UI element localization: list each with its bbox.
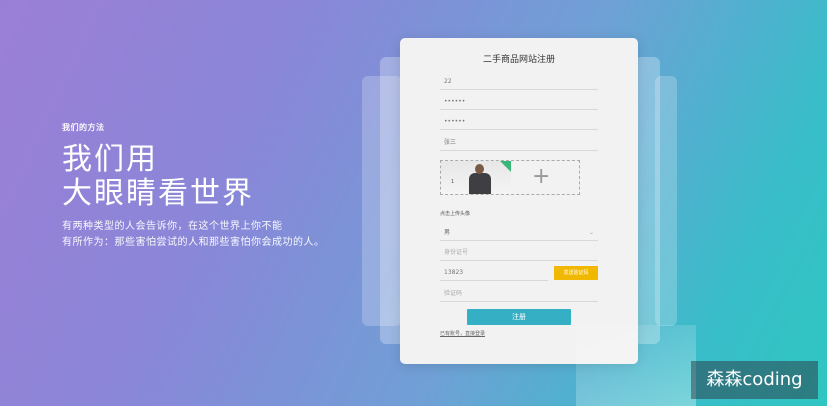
send-code-button[interactable]: 发送验证码 <box>554 266 598 280</box>
name-field[interactable]: 张三 <box>440 135 598 151</box>
avatar-preview: 1 <box>441 161 511 194</box>
card-ghost-right-back <box>655 76 677 326</box>
desc-line-1: 有两种类型的人会告诉你，在这个世界上你不能 <box>62 221 283 232</box>
watermark: 森森coding <box>691 361 818 399</box>
chevron-down-icon: ⌄ <box>588 229 594 236</box>
hero-headline: 我们用 大眼睛看世界 <box>62 143 325 211</box>
password-field[interactable]: •••••• <box>440 94 598 110</box>
watermark-glow <box>576 325 696 406</box>
id-card-field[interactable]: 身份证号 <box>440 245 598 261</box>
image-number: 1 <box>451 179 455 185</box>
person-body <box>469 173 491 194</box>
confirm-password-field[interactable]: •••••• <box>440 114 598 130</box>
headline-line-1: 我们用 <box>62 142 158 177</box>
gender-value: 男 <box>444 229 451 236</box>
gender-select[interactable]: 男 ⌄ <box>440 225 598 241</box>
upload-success-badge <box>500 161 511 172</box>
register-title: 二手商品网站注册 <box>482 55 555 65</box>
login-link[interactable]: 已有账号，直接登录 <box>440 330 485 337</box>
add-image-icon[interactable]: + <box>532 166 550 188</box>
username-field[interactable]: 22 <box>440 74 598 90</box>
verification-code-field[interactable]: 验证码 <box>440 286 598 302</box>
phone-field[interactable]: 13823 <box>440 265 548 281</box>
hero-eyebrow: 我们的方法 <box>62 123 105 132</box>
desc-line-2: 有所作为：那些害怕尝试的人和那些害怕你会成功的人。 <box>62 237 325 248</box>
register-card: 二手商品网站注册 22 •••••• •••••• 张三 1 + 点击上传头像 … <box>400 38 638 364</box>
headline-line-2: 大眼睛看世界 <box>62 176 254 211</box>
upload-label: 点击上传头像 <box>440 211 471 217</box>
register-button[interactable]: 注册 <box>467 309 571 325</box>
hero-description: 有两种类型的人会告诉你，在这个世界上你不能 有所作为：那些害怕尝试的人和那些害怕… <box>62 219 325 251</box>
hero-section: 我们的方法 我们用 大眼睛看世界 有两种类型的人会告诉你，在这个世界上你不能 有… <box>62 122 325 251</box>
avatar-upload[interactable]: 1 + <box>440 160 580 195</box>
person-head <box>475 164 484 174</box>
